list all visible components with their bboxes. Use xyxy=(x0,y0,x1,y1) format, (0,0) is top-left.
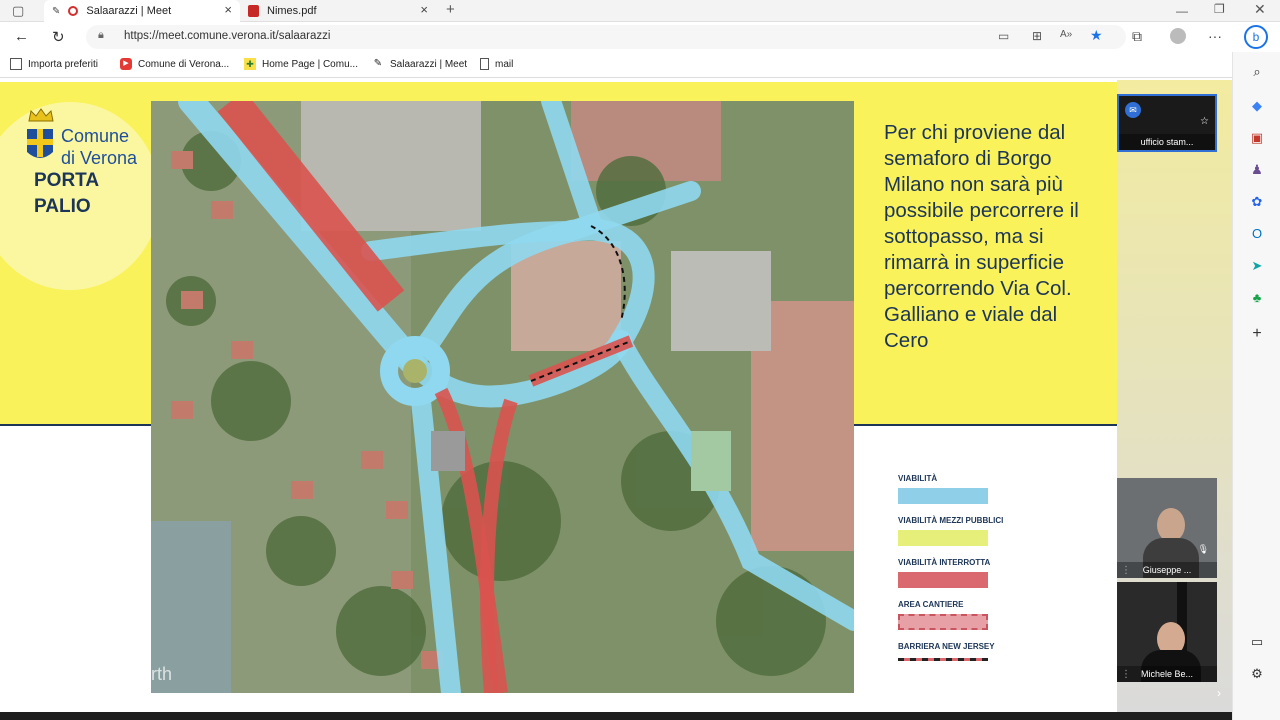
restore-icon[interactable]: ❐ xyxy=(1214,2,1225,16)
tab-bar: ▢ ✎ Salaarazzi | Meet × Nimes.pdf × + — … xyxy=(0,0,1280,22)
legend-label: VIABILITÀ xyxy=(898,474,938,483)
map-graphic xyxy=(151,101,854,693)
legend-swatch xyxy=(898,488,988,504)
legend-label: VIABILITÀ MEZZI PUBBLICI xyxy=(898,516,1004,525)
pdf-icon xyxy=(248,5,259,17)
feather-icon: ✎ xyxy=(52,5,61,17)
avatar xyxy=(1157,508,1185,542)
tag-icon[interactable]: ◆ xyxy=(1247,96,1267,116)
bookmarks-bar: Importa preferiti ▶ Comune di Verona... … xyxy=(0,52,1280,78)
legend-new-jersey: BARRIERA NEW JERSEY xyxy=(898,642,995,661)
participants-panel: ✉︎ ☆ ufficio stam... 🎙︎ ⋮ Giuseppe ... ⋮… xyxy=(1117,80,1232,712)
legend-swatch xyxy=(898,614,988,630)
legend-swatch xyxy=(898,530,988,546)
url-bar[interactable]: 🔒︎ https://meet.comune.verona.it/salaara… xyxy=(86,25,1126,49)
legend-label: BARRIERA NEW JERSEY xyxy=(898,642,995,651)
url-text[interactable]: https://meet.comune.verona.it/salaarazzi xyxy=(124,30,330,42)
participant-name: Giuseppe ... xyxy=(1117,562,1217,578)
send-icon[interactable]: ➤ xyxy=(1247,256,1267,276)
participant-name: Michele Be... xyxy=(1117,666,1217,682)
camera-icon[interactable]: ▭ xyxy=(998,29,1009,43)
youtube-icon: ▶ xyxy=(120,58,132,70)
settings-gear-icon[interactable]: ⚙ xyxy=(1247,664,1267,684)
legend-area-cantiere: AREA CANTIERE xyxy=(898,600,988,630)
new-tab-plus-icon[interactable]: + xyxy=(446,1,455,18)
page-icon xyxy=(480,58,489,70)
slide-description: Per chi proviene dal semaforo di Borgo M… xyxy=(884,121,1079,352)
map-watermark: rth xyxy=(151,664,173,684)
read-aloud-icon[interactable]: A» xyxy=(1060,29,1072,40)
bookmark-label: Importa preferiti xyxy=(28,58,99,70)
copilot-icon[interactable]: b xyxy=(1244,25,1268,49)
legend-swatch xyxy=(898,572,988,588)
window-close-icon[interactable]: ✕ xyxy=(1254,1,1266,18)
taskbar-strip xyxy=(0,712,1232,720)
speaker-indicator-icon: ✉︎ xyxy=(1125,102,1141,118)
legend-label: AREA CANTIERE xyxy=(898,600,964,609)
address-bar-row: ← ↻ 🔒︎ https://meet.comune.verona.it/sal… xyxy=(0,22,1280,52)
pin-star-icon[interactable]: ☆ xyxy=(1200,116,1209,127)
verona-shield-icon xyxy=(27,129,53,158)
recording-icon xyxy=(68,6,79,16)
aerial-map: rth xyxy=(151,101,854,693)
verona-logo-icon: ✚ xyxy=(244,58,256,70)
meet-stage: Comune di Verona PORTA PALIO Per chi pro… xyxy=(0,80,1232,712)
bookmark-label: Salaarazzi | Meet xyxy=(390,58,468,70)
back-arrow-icon[interactable]: ← xyxy=(14,28,29,45)
bookmark-label: Comune di Verona... xyxy=(138,58,230,70)
add-plus-icon[interactable]: + xyxy=(1247,324,1267,344)
meet-icon: ✎ xyxy=(373,58,383,69)
copilot-sidebar-icon[interactable]: ✿ xyxy=(1247,192,1267,212)
refresh-icon[interactable]: ↻ xyxy=(52,28,65,46)
more-menu-icon[interactable]: ··· xyxy=(1208,28,1222,44)
bookmark-label: mail xyxy=(495,58,514,70)
logo-text-comune: Comune xyxy=(61,126,130,146)
import-icon xyxy=(10,58,22,70)
bookmark-salaarazzi-meet[interactable]: ✎ Salaarazzi | Meet xyxy=(372,58,467,70)
crown-icon xyxy=(28,108,54,122)
heading-line-1: PORTA xyxy=(34,170,100,191)
outlook-icon[interactable]: O xyxy=(1247,224,1267,244)
tab-title: Nimes.pdf xyxy=(267,5,317,17)
participant-tile-michele[interactable]: ⋮ Michele Be... xyxy=(1117,582,1217,682)
participant-tile-giuseppe[interactable]: 🎙︎ ⋮ Giuseppe ... xyxy=(1117,478,1217,578)
profile-avatar-icon[interactable] xyxy=(1170,28,1186,44)
tab-salaarazzi-meet[interactable]: ✎ Salaarazzi | Meet × xyxy=(44,0,240,22)
favorite-star-icon[interactable]: ★ xyxy=(1090,27,1103,44)
participant-name: ufficio stam... xyxy=(1119,134,1215,150)
minimize-icon[interactable]: — xyxy=(1176,4,1188,18)
lock-icon[interactable]: 🔒︎ xyxy=(98,29,104,42)
app-available-icon[interactable]: ⊞ xyxy=(1032,29,1042,43)
heading-line-2: PALIO xyxy=(34,196,91,217)
tab-actions-icon[interactable]: ▢ xyxy=(12,3,24,19)
bookmark-mail[interactable]: mail xyxy=(480,58,513,70)
close-icon[interactable]: × xyxy=(420,2,428,17)
legend-interrotta: VIABILITÀ INTERROTTA xyxy=(898,558,991,588)
games-icon[interactable]: ♟ xyxy=(1247,160,1267,180)
tree-icon[interactable]: ♣ xyxy=(1247,288,1267,308)
legend-swatch xyxy=(898,658,988,661)
legend-viabilita: VIABILITÀ xyxy=(898,474,988,504)
collections-icon[interactable]: ⧉ xyxy=(1132,28,1142,45)
browser-sidebar: ⌕ ◆ ▣ ♟ ✿ O ➤ ♣ + ▭ ⚙ xyxy=(1232,52,1280,720)
mic-muted-icon: 🎙︎ xyxy=(1197,544,1209,554)
sidebar-layout-icon[interactable]: ▭ xyxy=(1247,632,1267,652)
slide-heading: PORTA PALIO xyxy=(34,168,99,220)
chevron-right-icon[interactable]: › xyxy=(1217,686,1221,700)
legend-label: VIABILITÀ INTERROTTA xyxy=(898,558,991,567)
tab-nimes-pdf[interactable]: Nimes.pdf × xyxy=(240,0,436,22)
tab-title: Salaarazzi | Meet xyxy=(86,5,172,17)
bookmark-comune-di-verona[interactable]: ▶ Comune di Verona... xyxy=(120,58,229,70)
legend-mezzi-pubblici: VIABILITÀ MEZZI PUBBLICI xyxy=(898,516,1004,546)
bookmark-home-page[interactable]: ✚ Home Page | Comu... xyxy=(244,58,358,70)
logo-text-di-verona: di Verona xyxy=(61,148,138,168)
toolbox-icon[interactable]: ▣ xyxy=(1247,128,1267,148)
bookmark-label: Home Page | Comu... xyxy=(262,58,358,70)
close-icon[interactable]: × xyxy=(224,2,232,17)
bookmark-importa-preferiti[interactable]: Importa preferiti xyxy=(10,58,98,70)
browser-window: ▢ ✎ Salaarazzi | Meet × Nimes.pdf × + — … xyxy=(0,0,1280,720)
participant-tile-ufficio-stampa[interactable]: ✉︎ ☆ ufficio stam... xyxy=(1117,94,1217,152)
search-icon[interactable]: ⌕ xyxy=(1247,62,1267,82)
